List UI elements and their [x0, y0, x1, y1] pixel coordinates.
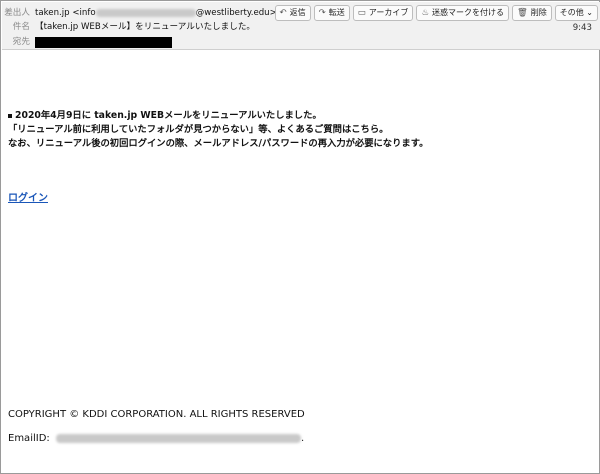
- message-toolbar: ↶ 返信 ↷ 転送 ▭ アーカイブ ♨ 迷惑マークを付ける 🗑 削除 その他 ⌄: [272, 5, 598, 21]
- from-name[interactable]: taken.jp <info: [35, 8, 96, 18]
- login-link[interactable]: ログイン: [8, 189, 48, 204]
- message-header: 差出人 taken.jp <info@westliberty.edu>☆ 件名 …: [2, 2, 600, 50]
- message-time: 9:43: [572, 23, 592, 33]
- bullet-icon: [8, 113, 12, 118]
- reply-icon: ↶: [279, 8, 287, 18]
- forward-icon: ↷: [318, 8, 326, 18]
- reply-button[interactable]: ↶ 返信: [274, 5, 311, 21]
- from-address-blurred: [95, 8, 196, 17]
- trash-icon: 🗑: [516, 8, 528, 18]
- junk-flame-icon: ♨: [421, 8, 429, 18]
- subject-label: 件名: [12, 22, 30, 32]
- forward-button[interactable]: ↷ 転送: [313, 5, 350, 21]
- email-window: 差出人 taken.jp <info@westliberty.edu>☆ 件名 …: [0, 0, 600, 474]
- email-id-line: EmailID: .: [8, 433, 305, 444]
- delete-button[interactable]: 🗑 削除: [511, 5, 552, 21]
- body-line-2: 「リニューアル前に利用していたフォルダが見つからない」等、よくあるご質問はこちら…: [8, 124, 389, 135]
- archive-icon: ▭: [357, 8, 366, 18]
- to-label: 宛先: [12, 37, 30, 47]
- from-label: 差出人: [4, 8, 30, 18]
- body-line-1: 2020年4月9日に taken.jp WEBメールをリニューアルいたしました。: [8, 109, 428, 123]
- mark-junk-button[interactable]: ♨ 迷惑マークを付ける: [416, 5, 509, 21]
- subject-text: 【taken.jp WEBメール】をリニューアルいたしました。: [35, 22, 256, 32]
- recipient-redacted: [35, 37, 172, 48]
- body-line-3: なお、リニューアル後の初回ログインの際、メールアドレス/パスワードの再入力が必要…: [8, 138, 429, 149]
- archive-button[interactable]: ▭ アーカイブ: [352, 5, 414, 21]
- from-domain[interactable]: @westliberty.edu>: [196, 8, 277, 18]
- email-id-label: EmailID:: [8, 433, 50, 444]
- email-id-blurred: [55, 433, 301, 443]
- more-menu-button[interactable]: その他 ⌄: [554, 5, 598, 21]
- message-body: 2020年4月9日に taken.jp WEBメールをリニューアルいたしました。…: [8, 109, 428, 151]
- copyright-text: COPYRIGHT © KDDI CORPORATION. ALL RIGHTS…: [8, 409, 305, 420]
